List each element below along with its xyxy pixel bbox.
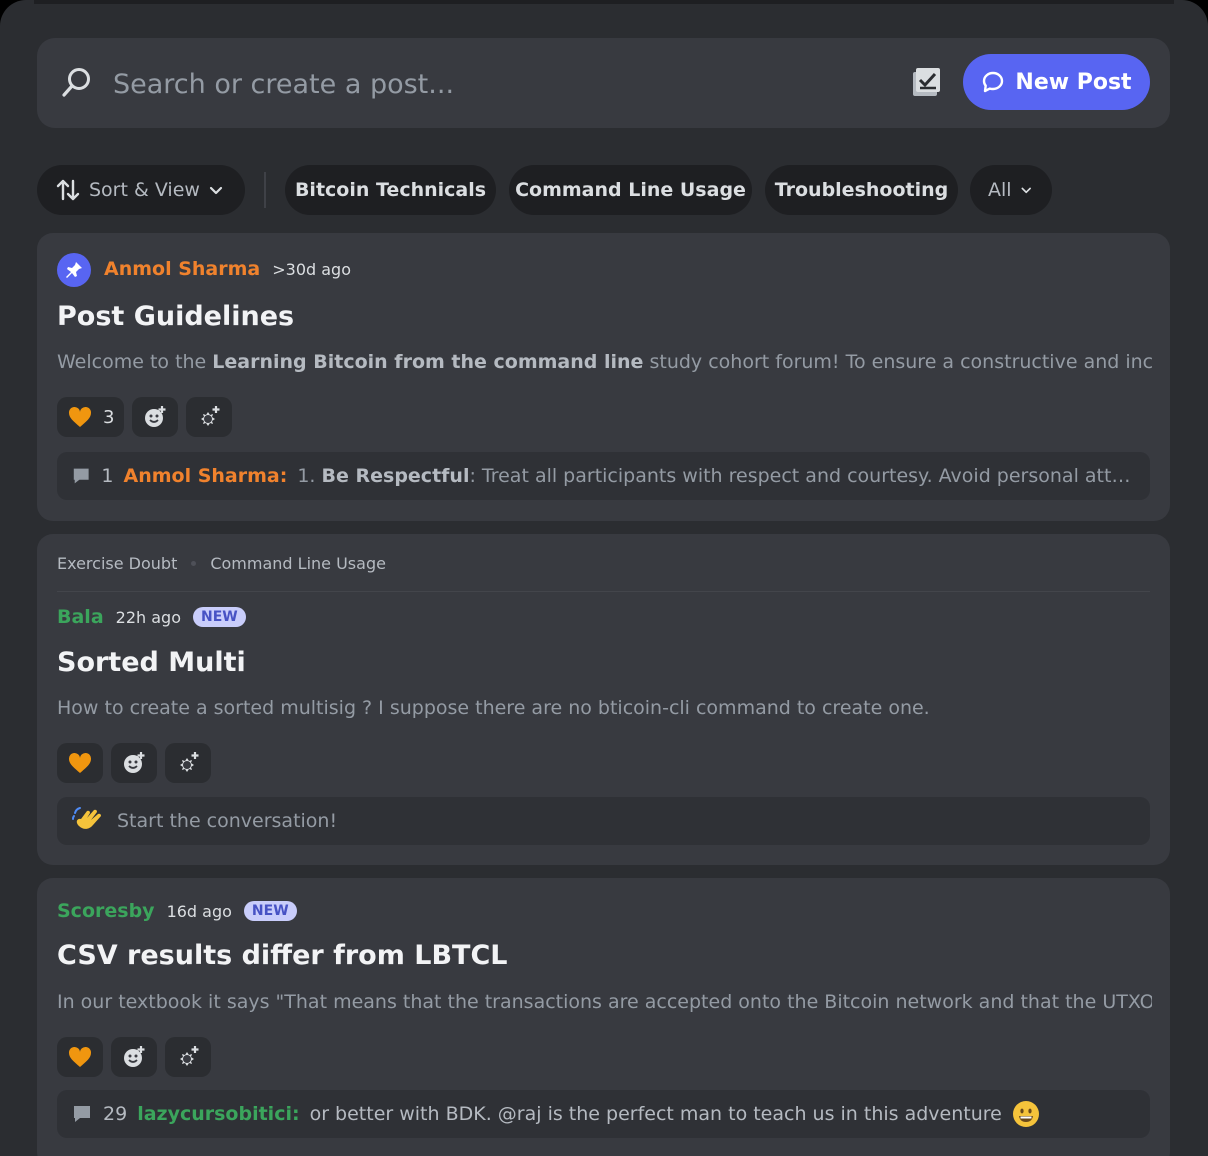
post-title[interactable]: Sorted Multi bbox=[57, 647, 246, 678]
sort-view-button[interactable]: Sort & View bbox=[37, 165, 245, 215]
new-badge: NEW bbox=[192, 607, 246, 627]
heart-reaction[interactable] bbox=[57, 1037, 103, 1077]
reply-text: 1. Be Respectful: Treat all participants… bbox=[297, 465, 1136, 487]
reactions-row bbox=[57, 743, 211, 783]
tag-label: Command Line Usage bbox=[515, 179, 746, 201]
heart-reaction[interactable] bbox=[57, 743, 103, 783]
excerpt-bold: Learning Bitcoin from the command line bbox=[212, 351, 644, 373]
post-time: 22h ago bbox=[115, 607, 181, 627]
heart-reaction[interactable]: 3 bbox=[57, 397, 125, 437]
post-author[interactable]: Bala bbox=[57, 606, 104, 628]
top-divider bbox=[34, 0, 1174, 4]
new-post-label: New Post bbox=[1015, 69, 1132, 95]
add-emoji-icon bbox=[124, 1046, 145, 1067]
message-icon bbox=[73, 468, 89, 484]
add-reaction-button[interactable] bbox=[132, 397, 179, 437]
excerpt-text: study cohort forum! To ensure a construc… bbox=[649, 351, 1152, 373]
add-reaction-button[interactable] bbox=[111, 1037, 157, 1077]
post-excerpt: How to create a sorted multisig ? I supp… bbox=[57, 697, 930, 719]
post-title[interactable]: CSV results differ from LBTCL bbox=[57, 940, 507, 971]
super-reaction-icon bbox=[180, 1046, 199, 1066]
latest-reply-preview[interactable]: 1 Anmol Sharma: 1. Be Respectful: Treat … bbox=[57, 452, 1150, 500]
start-conversation-text: Start the conversation! bbox=[117, 810, 338, 832]
forum-channel-panel: New Post Sort & View Bitcoin Technicals … bbox=[0, 0, 1208, 1156]
checklist-icon[interactable] bbox=[909, 66, 943, 100]
new-post-button[interactable]: New Post bbox=[963, 54, 1150, 110]
tags-divider bbox=[57, 591, 1150, 592]
post-excerpt: Welcome to the Learning Bitcoin from the… bbox=[57, 351, 1152, 373]
reply-text: or better with BDK. @raj is the perfect … bbox=[309, 1103, 1002, 1125]
waving-hand-icon bbox=[72, 807, 102, 829]
search-icon bbox=[62, 68, 90, 97]
super-reaction-icon bbox=[201, 406, 220, 426]
add-emoji-icon bbox=[124, 752, 145, 773]
chevron-down-icon bbox=[1021, 187, 1031, 194]
tag-separator bbox=[191, 561, 197, 566]
reactions-row: 3 bbox=[57, 397, 233, 437]
start-conversation-prompt[interactable]: Start the conversation! bbox=[57, 797, 1150, 845]
tag-label: Bitcoin Technicals bbox=[294, 179, 487, 201]
heart-count: 3 bbox=[103, 406, 115, 428]
post-card[interactable]: Exercise Doubt Command Line Usage Bala 2… bbox=[37, 534, 1170, 865]
orange-heart-icon bbox=[68, 1046, 92, 1067]
reply-pre: 1. bbox=[297, 465, 322, 487]
add-super-reaction-button[interactable] bbox=[165, 743, 211, 783]
reply-count: 29 bbox=[103, 1103, 128, 1125]
tag-filter-bitcoin-technicals[interactable]: Bitcoin Technicals bbox=[285, 165, 496, 215]
post-author[interactable]: Scoresby bbox=[57, 900, 155, 922]
reply-count: 1 bbox=[101, 465, 114, 487]
reply-bold: Be Respectful bbox=[321, 465, 470, 487]
all-tags-label: All bbox=[988, 179, 1012, 201]
chat-bubble-icon bbox=[983, 71, 1004, 93]
post-excerpt: In our textbook it says "That means that… bbox=[57, 991, 1152, 1013]
orange-heart-icon bbox=[68, 406, 92, 427]
post-tags: Exercise Doubt Command Line Usage bbox=[57, 554, 386, 573]
post-author[interactable]: Anmol Sharma bbox=[104, 258, 260, 280]
tag-filter-command-line-usage[interactable]: Command Line Usage bbox=[509, 165, 752, 215]
tag-filter-troubleshooting[interactable]: Troubleshooting bbox=[765, 165, 958, 215]
filter-divider bbox=[264, 172, 266, 208]
post-time: >30d ago bbox=[272, 259, 351, 279]
super-reaction-icon bbox=[180, 752, 199, 772]
reactions-row bbox=[57, 1037, 211, 1077]
add-reaction-button[interactable] bbox=[111, 743, 157, 783]
tag-label: Troubleshooting bbox=[774, 179, 949, 201]
sort-arrows-icon bbox=[56, 179, 80, 201]
all-tags-dropdown[interactable]: All bbox=[970, 165, 1052, 215]
search-bar: New Post bbox=[37, 38, 1170, 128]
latest-reply-preview[interactable]: 29 lazycursobitici: or better with BDK. … bbox=[57, 1090, 1150, 1138]
post-tag: Command Line Usage bbox=[210, 554, 386, 573]
orange-heart-icon bbox=[68, 752, 92, 773]
post-meta: Scoresby 16d ago NEW bbox=[57, 900, 297, 922]
reply-author: Anmol Sharma: bbox=[123, 465, 288, 487]
post-card[interactable]: Anmol Sharma >30d ago Post Guidelines We… bbox=[37, 233, 1170, 521]
add-super-reaction-button[interactable] bbox=[186, 397, 233, 437]
post-meta: Anmol Sharma >30d ago bbox=[104, 258, 351, 280]
excerpt-text: Welcome to the bbox=[57, 351, 213, 373]
sort-view-label: Sort & View bbox=[89, 179, 200, 201]
chevron-down-icon bbox=[209, 186, 223, 195]
reply-post: : Treat all participants with respect an… bbox=[469, 465, 1136, 487]
post-card[interactable]: Scoresby 16d ago NEW CSV results differ … bbox=[37, 878, 1170, 1156]
grinning-face-icon bbox=[1012, 1101, 1039, 1127]
add-emoji-icon bbox=[145, 406, 166, 427]
post-title[interactable]: Post Guidelines bbox=[57, 301, 294, 332]
add-super-reaction-button[interactable] bbox=[165, 1037, 211, 1077]
search-input[interactable] bbox=[113, 62, 813, 106]
post-tag: Exercise Doubt bbox=[57, 554, 178, 573]
new-badge: NEW bbox=[243, 901, 297, 921]
post-time: 16d ago bbox=[166, 901, 232, 921]
pin-icon bbox=[57, 253, 91, 287]
post-meta: Bala 22h ago NEW bbox=[57, 606, 246, 628]
message-icon bbox=[74, 1106, 90, 1122]
reply-author: lazycursobitici: bbox=[137, 1103, 300, 1125]
